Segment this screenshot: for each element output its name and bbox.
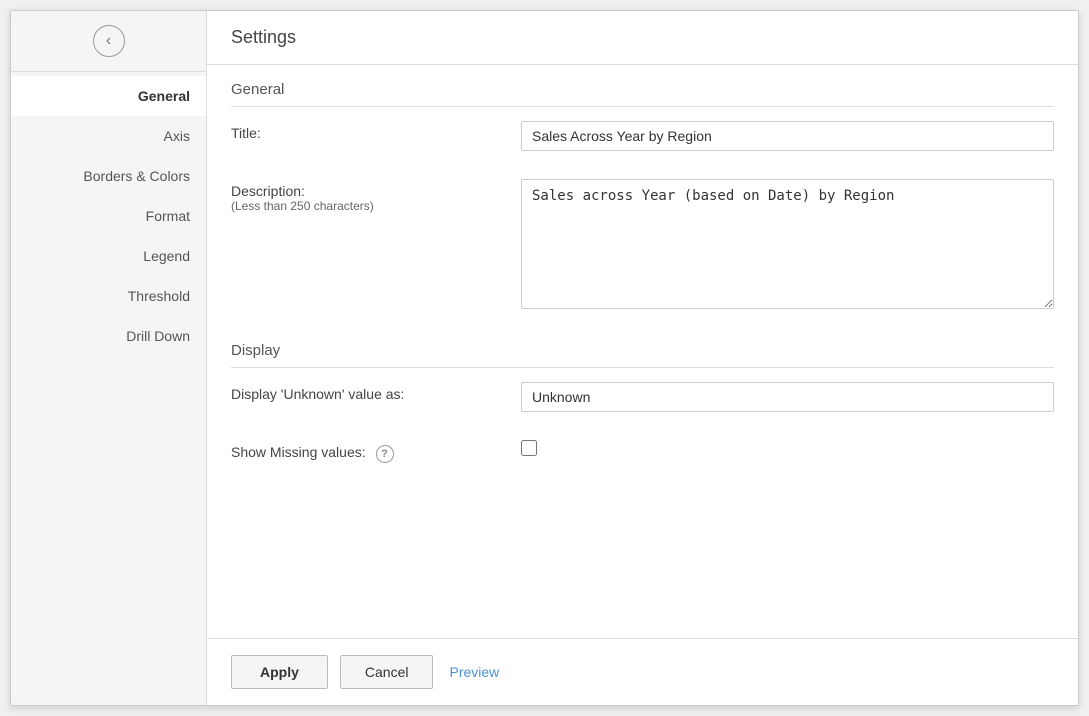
cancel-button[interactable]: Cancel bbox=[340, 655, 434, 689]
unknown-value-input-wrapper bbox=[521, 382, 1054, 412]
sidebar-item-general[interactable]: General bbox=[11, 76, 206, 116]
show-missing-row: Show Missing values: ? bbox=[231, 426, 1054, 477]
sidebar: ‹ General Axis Borders & Colors Format L… bbox=[11, 11, 207, 705]
footer: Apply Cancel Preview bbox=[207, 638, 1078, 705]
show-missing-label: Show Missing values: ? bbox=[231, 440, 521, 463]
display-section-title: Display bbox=[231, 334, 1054, 367]
main-header: Settings bbox=[207, 11, 1078, 65]
page-title: Settings bbox=[231, 27, 296, 47]
sidebar-item-drill-down[interactable]: Drill Down bbox=[11, 316, 206, 356]
help-icon[interactable]: ? bbox=[376, 445, 394, 463]
title-input[interactable] bbox=[521, 121, 1054, 151]
chevron-left-icon: ‹ bbox=[106, 32, 111, 50]
description-label: Description: (Less than 250 characters) bbox=[231, 179, 521, 213]
settings-body: General Title: Description: (Less than 2… bbox=[207, 65, 1078, 638]
general-section: General Title: Description: (Less than 2… bbox=[231, 65, 1054, 326]
display-section: Display Display 'Unknown' value as: Show… bbox=[231, 334, 1054, 477]
sidebar-item-threshold[interactable]: Threshold bbox=[11, 276, 206, 316]
preview-button[interactable]: Preview bbox=[445, 656, 503, 688]
general-section-title: General bbox=[231, 65, 1054, 106]
description-row: Description: (Less than 250 characters) bbox=[231, 165, 1054, 326]
title-row: Title: bbox=[231, 107, 1054, 165]
back-circle-icon[interactable]: ‹ bbox=[93, 25, 125, 57]
show-missing-checkbox-wrapper bbox=[521, 440, 1054, 456]
apply-button[interactable]: Apply bbox=[231, 655, 328, 689]
title-label: Title: bbox=[231, 121, 521, 141]
description-textarea[interactable] bbox=[521, 179, 1054, 309]
sidebar-item-axis[interactable]: Axis bbox=[11, 116, 206, 156]
back-button[interactable]: ‹ bbox=[11, 11, 206, 72]
main-content: Settings General Title: Description: bbox=[207, 11, 1078, 705]
sidebar-item-format[interactable]: Format bbox=[11, 196, 206, 236]
description-input-wrapper bbox=[521, 179, 1054, 312]
sidebar-item-borders-colors[interactable]: Borders & Colors bbox=[11, 156, 206, 196]
sidebar-nav: General Axis Borders & Colors Format Leg… bbox=[11, 72, 206, 356]
unknown-value-label: Display 'Unknown' value as: bbox=[231, 382, 521, 402]
show-missing-checkbox[interactable] bbox=[521, 440, 537, 456]
sidebar-item-legend[interactable]: Legend bbox=[11, 236, 206, 276]
title-input-wrapper bbox=[521, 121, 1054, 151]
unknown-value-input[interactable] bbox=[521, 382, 1054, 412]
unknown-value-row: Display 'Unknown' value as: bbox=[231, 368, 1054, 426]
settings-window: ‹ General Axis Borders & Colors Format L… bbox=[10, 10, 1079, 706]
